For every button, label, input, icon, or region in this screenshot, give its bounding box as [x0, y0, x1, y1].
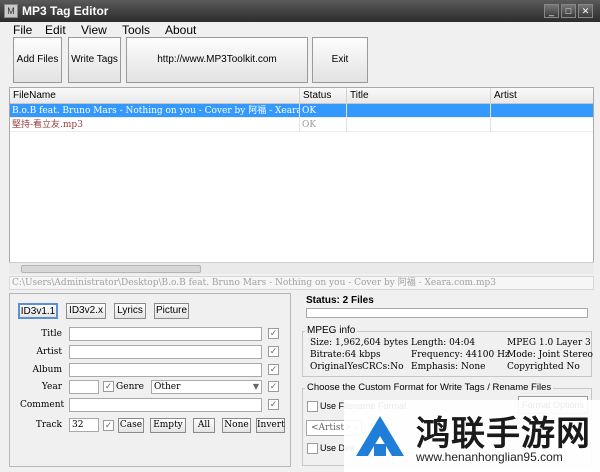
- maximize-button[interactable]: □: [561, 4, 576, 18]
- cell-artist: [491, 118, 593, 132]
- table-row[interactable]: B.o.B feat. Bruno Mars - Nothing on you …: [10, 104, 593, 118]
- artist-label: Artist: [36, 347, 62, 357]
- progress-bar: [306, 308, 588, 318]
- cell-title: [347, 104, 491, 118]
- website-link-button[interactable]: http://www.MP3Toolkit.com: [126, 37, 308, 83]
- chevron-down-icon[interactable]: ▼: [253, 381, 259, 393]
- cell-filename: B.o.B feat. Bruno Mars - Nothing on you …: [10, 104, 300, 118]
- album-label: Album: [32, 365, 62, 375]
- genre-value: Other: [154, 382, 181, 392]
- menu-tools[interactable]: Tools: [122, 23, 150, 37]
- custom-format-title: Choose the Custom Format for Write Tags …: [305, 382, 554, 393]
- menu-file[interactable]: File: [13, 23, 32, 37]
- track-label: Track: [35, 420, 62, 430]
- column-title[interactable]: Title: [347, 88, 491, 104]
- cell-artist: [491, 104, 593, 118]
- app-icon: M: [4, 4, 18, 18]
- mpeg-layer: MPEG 1.0 Layer 3: [507, 338, 591, 348]
- genre-checkbox[interactable]: ✓: [268, 381, 279, 392]
- track-checkbox[interactable]: ✓: [103, 420, 114, 431]
- year-label: Year: [41, 382, 62, 392]
- genre-select[interactable]: Other ▼: [151, 380, 262, 394]
- watermark-text: 鸿联手游网: [416, 414, 591, 454]
- add-files-button[interactable]: Add Files: [13, 37, 62, 83]
- write-tags-button[interactable]: Write Tags: [68, 37, 121, 83]
- comment-label: Comment: [20, 400, 65, 410]
- all-button[interactable]: All: [193, 418, 215, 433]
- table-row[interactable]: 堅持-看立友.mp3 OK: [10, 118, 593, 132]
- empty-button[interactable]: Empty: [150, 418, 186, 433]
- cell-status: OK: [300, 104, 347, 118]
- minimize-button[interactable]: _: [544, 4, 559, 18]
- toolbar: Add Files Write Tags http://www.MP3Toolk…: [0, 37, 600, 83]
- cell-status: OK: [300, 118, 347, 132]
- artist-checkbox[interactable]: ✓: [268, 346, 279, 357]
- comment-field[interactable]: [69, 398, 262, 412]
- title-field[interactable]: [69, 327, 262, 341]
- album-checkbox[interactable]: ✓: [268, 364, 279, 375]
- none-button[interactable]: None: [222, 418, 251, 433]
- comment-checkbox[interactable]: ✓: [268, 399, 279, 410]
- status-label: Status: 2 Files: [306, 295, 374, 306]
- column-artist[interactable]: Artist: [491, 88, 593, 104]
- window-title: MP3 Tag Editor: [22, 4, 109, 18]
- track-field[interactable]: 32: [69, 418, 99, 432]
- watermark-logo-icon: [356, 416, 404, 456]
- close-button[interactable]: ✕: [578, 4, 593, 18]
- file-list[interactable]: FileName Status Title Artist B.o.B feat.…: [9, 87, 594, 273]
- mpeg-bitrate: Bitrate:64 kbps: [310, 350, 381, 360]
- horizontal-scrollbar[interactable]: [9, 262, 594, 274]
- exit-button[interactable]: Exit: [312, 37, 368, 83]
- use-directory-checkbox[interactable]: [307, 443, 318, 454]
- title-label: Title: [41, 329, 62, 339]
- column-status[interactable]: Status: [300, 88, 347, 104]
- title-checkbox[interactable]: ✓: [268, 328, 279, 339]
- mpeg-original: OriginalYes: [310, 362, 363, 372]
- menu-edit[interactable]: Edit: [45, 23, 66, 37]
- artist-field[interactable]: [69, 345, 262, 359]
- cell-title: [347, 118, 491, 132]
- scrollbar-thumb[interactable]: [21, 265, 201, 273]
- genre-label: Genre: [116, 382, 144, 392]
- mpeg-crcs: CRCs:No: [362, 362, 404, 372]
- mpeg-length: Length: 04:04: [411, 338, 476, 348]
- album-field[interactable]: [69, 363, 262, 377]
- use-filename-checkbox[interactable]: [307, 401, 318, 412]
- watermark-url: www.henanhonglian95.com: [416, 450, 563, 464]
- mpeg-emphasis: Emphasis: None: [411, 362, 486, 372]
- file-path-display: C:\Users\Administrator\Desktop\B.o.B fea…: [9, 276, 594, 290]
- column-filename[interactable]: FileName: [10, 88, 300, 104]
- mpeg-size: Size: 1,962,604 bytes: [310, 338, 409, 348]
- watermark: 鸿联手游网 www.henanhonglian95.com: [344, 400, 600, 472]
- tab-lyrics[interactable]: Lyrics: [114, 303, 146, 319]
- cell-filename: 堅持-看立友.mp3: [10, 118, 300, 132]
- menu-bar: File Edit View Tools About: [0, 22, 600, 38]
- year-field[interactable]: [69, 380, 99, 394]
- tab-id3v1[interactable]: ID3v1.1: [18, 303, 58, 319]
- case-button[interactable]: Case: [118, 418, 144, 433]
- mpeg-mode: Mode: Joint Stereo: [507, 350, 593, 360]
- tab-id3v2[interactable]: ID3v2.x: [66, 303, 106, 319]
- year-checkbox[interactable]: ✓: [103, 381, 114, 392]
- menu-view[interactable]: View: [81, 23, 107, 37]
- tab-picture[interactable]: Picture: [154, 303, 189, 319]
- title-bar: M MP3 Tag Editor _ □ ✕: [0, 0, 600, 22]
- file-list-header: FileName Status Title Artist: [10, 88, 593, 104]
- menu-about[interactable]: About: [165, 23, 196, 37]
- mpeg-info-title: MPEG info: [305, 325, 358, 336]
- mpeg-frequency: Frequency: 44100 Hz: [411, 350, 510, 360]
- invert-button[interactable]: Invert: [256, 418, 285, 433]
- mpeg-copyrighted: Copyrighted No: [507, 362, 580, 372]
